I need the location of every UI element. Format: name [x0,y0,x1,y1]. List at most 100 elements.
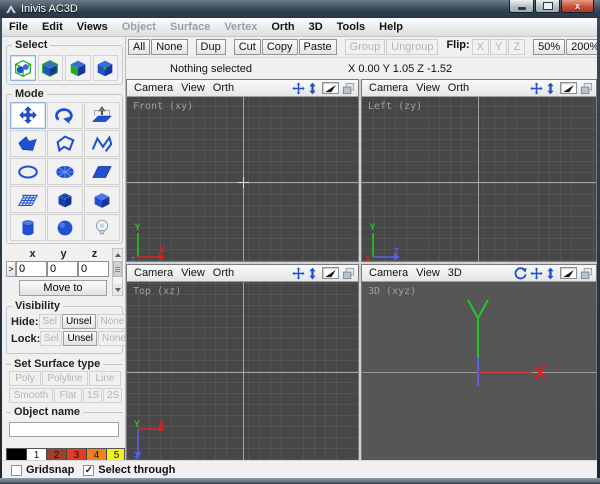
zoom-view-button[interactable] [546,82,555,95]
zoom-200-button[interactable]: 200% [566,39,597,55]
menu-views[interactable]: Views [70,19,115,35]
scroll-thumb[interactable] [113,261,122,277]
select-through-checkbox[interactable]: ✓ Select through [83,464,175,476]
menu-3d[interactable]: 3D [302,19,330,35]
menu-edit[interactable]: Edit [35,19,70,35]
pan-view-button[interactable] [292,266,305,280]
extrude-tool-button[interactable] [84,102,120,129]
polyline-tool-button[interactable] [84,130,120,157]
palette-swatch[interactable] [7,449,27,460]
rotate-tool-button[interactable] [47,102,83,129]
maximize-viewport-button[interactable] [580,82,593,95]
poly-icon [18,135,37,151]
mesh-icon [17,194,39,206]
light-tool-button[interactable] [84,214,120,241]
minimize-button[interactable] [509,0,534,13]
select-vertex-mode-button[interactable] [92,55,118,81]
view-menu[interactable]: View [177,82,209,94]
pointer-mode-button[interactable] [322,82,339,94]
viewport-front: Camera View Orth Front (xy) Y X Z [126,79,359,262]
pan-view-button[interactable] [530,266,543,280]
zoom-50-button[interactable]: 50% [533,39,566,55]
duplicate-button[interactable]: Dup [195,39,226,55]
view-menu[interactable]: View [412,267,444,279]
palette-swatch[interactable]: 4 [87,449,107,460]
viewport-3d-header: Camera View 3D [362,265,596,282]
pan-view-button[interactable] [530,81,543,95]
cylinder-tool-button[interactable] [10,214,46,241]
hide-label: Hide: [11,315,39,328]
pan-icon [292,266,305,280]
move-to-button[interactable]: Move to [19,280,107,296]
select-group-mode-button[interactable] [10,55,36,81]
polygon-outline-tool-button[interactable] [47,130,83,157]
camera-menu[interactable]: Camera [365,82,412,94]
orth-menu[interactable]: Orth [444,82,473,94]
gridsnap-checkbox[interactable]: Gridsnap [11,464,74,476]
orbit-view-button[interactable] [514,266,527,280]
pos-y-input[interactable] [47,261,78,277]
menu-file[interactable]: File [2,19,35,35]
orth-menu[interactable]: Orth [209,267,238,279]
copy-button[interactable]: Copy [261,39,298,55]
vertical-zoom-icon [309,267,316,279]
object-name-input[interactable] [9,421,119,437]
app-window: Inivis AC3D x File Edit Views Object Sur… [0,0,600,484]
menu-help[interactable]: Help [372,19,410,35]
polyline-icon [91,134,113,152]
ellipse-tool-button[interactable] [10,158,46,185]
mesh-tool-button[interactable] [10,186,46,213]
zoom-view-button[interactable] [546,267,555,280]
pos-x-input[interactable] [16,261,47,277]
viewport-top-canvas[interactable]: Top (xz) Y X Z [127,282,358,460]
3d-menu[interactable]: 3D [444,267,466,279]
camera-menu[interactable]: Camera [365,267,412,279]
hide-unsel-button[interactable]: Unsel [61,314,96,329]
maximize-viewport-button[interactable] [580,267,593,280]
pan-view-button[interactable] [292,81,305,95]
zoom-view-button[interactable] [308,267,317,280]
palette-swatch[interactable]: 5 [107,449,124,460]
select-all-button[interactable]: All [128,39,151,55]
palette-swatch[interactable]: 2 [47,449,67,460]
pos-z-input[interactable] [78,261,109,277]
view-menu[interactable]: View [177,267,209,279]
maximize-button[interactable] [535,0,560,13]
select-none-button[interactable]: None [151,39,188,55]
viewport-3d-canvas[interactable]: 3D (xyz) X [362,282,596,460]
select-object-mode-button[interactable] [37,55,63,81]
light-icon [96,219,108,234]
close-button[interactable]: x [561,0,594,13]
disk-tool-button[interactable] [47,158,83,185]
lock-unsel-button[interactable]: Unsel [63,331,98,346]
menu-orth[interactable]: Orth [264,19,301,35]
maximize-viewport-button[interactable] [342,82,355,95]
cut-button[interactable]: Cut [233,39,261,55]
mesh-cube-tool-button[interactable] [47,186,83,213]
palette-swatch[interactable]: 3 [67,449,87,460]
box-tool-button[interactable] [84,186,120,213]
menu-tools[interactable]: Tools [330,19,373,35]
orth-menu[interactable]: Orth [209,82,238,94]
poly-tool-button[interactable] [10,130,46,157]
pointer-mode-button[interactable] [560,267,577,279]
select-surface-mode-button[interactable] [65,55,91,81]
viewport-front-canvas[interactable]: Front (xy) Y X Z [127,97,358,261]
scroll-up-button[interactable] [113,249,122,260]
camera-menu[interactable]: Camera [130,82,177,94]
viewport-left-canvas[interactable]: Left (zy) Y Z X [362,97,596,261]
maximize-viewport-button[interactable] [342,267,355,280]
view-menu[interactable]: View [412,82,444,94]
expand-button[interactable]: > [6,261,16,277]
pointer-mode-button[interactable] [322,267,339,279]
palette-swatch[interactable]: 1 [27,449,47,460]
zoom-view-button[interactable] [308,82,317,95]
cursor-coordinates: X 0.00 Y 1.05 Z -1.52 [347,62,453,75]
sphere-tool-button[interactable] [47,214,83,241]
scroll-down-button[interactable] [113,284,122,295]
paste-button[interactable]: Paste [298,39,337,55]
quad-tool-button[interactable] [84,158,120,185]
move-tool-button[interactable] [10,102,46,129]
pointer-mode-button[interactable] [560,82,577,94]
camera-menu[interactable]: Camera [130,267,177,279]
